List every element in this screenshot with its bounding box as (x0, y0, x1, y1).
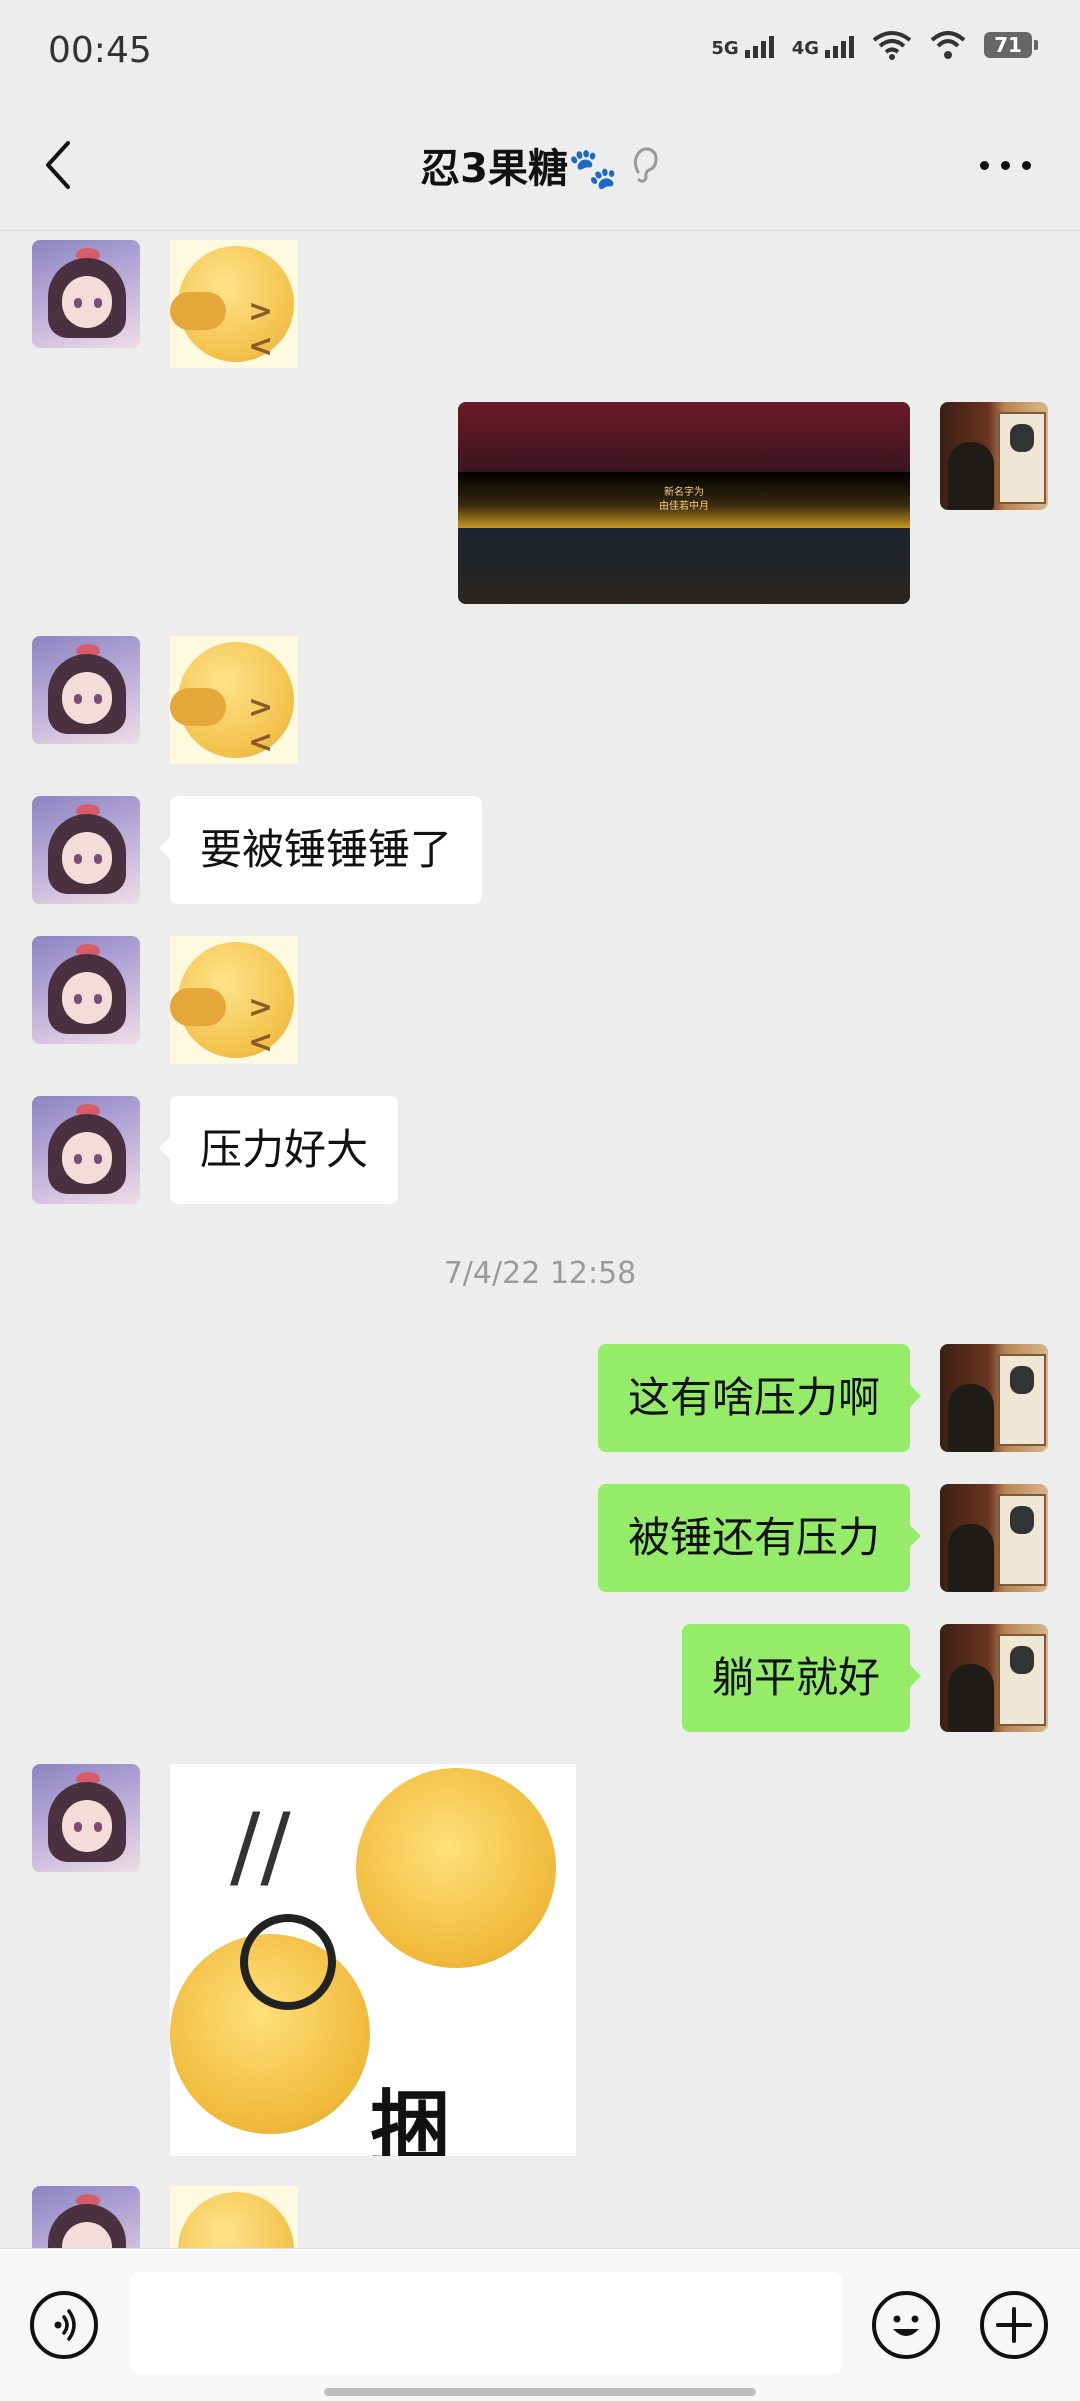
more-options-button[interactable] (970, 150, 1040, 180)
emoji-icon (893, 2315, 919, 2336)
contact-avatar[interactable] (32, 1096, 140, 1204)
sticker-message-large[interactable]: // 捆 (170, 1764, 576, 2156)
more-dot (979, 160, 989, 170)
contact-avatar[interactable] (32, 2186, 140, 2248)
wifi-plus-icon (872, 31, 912, 60)
my-avatar[interactable] (940, 402, 1048, 510)
sticker-message[interactable]: >< (170, 936, 298, 1064)
plus-button[interactable] (980, 2291, 1048, 2359)
message-input[interactable] (130, 2272, 842, 2374)
my-text-message[interactable]: 被锤还有压力 (597, 1484, 922, 1592)
signal-5g-icon: 5G (711, 32, 774, 58)
voice-button[interactable] (30, 2291, 98, 2359)
voice-icon (54, 2309, 76, 2341)
wifi-icon (930, 31, 966, 59)
sticker-text: 捆 (370, 2082, 450, 2156)
my-avatar[interactable] (940, 1344, 1048, 1452)
image-caption-line2: 由佳若中月 (659, 501, 709, 512)
sticker-message[interactable] (170, 2186, 298, 2248)
contact-avatar[interactable] (32, 1764, 140, 1872)
chat-header: 忍3果糖🐾 (0, 100, 1080, 231)
text-message[interactable]: 压力好大 (158, 1096, 399, 1204)
my-avatar[interactable] (940, 1484, 1048, 1592)
input-bar (0, 2248, 1080, 2401)
battery-icon: 71 (984, 32, 1038, 58)
my-avatar[interactable] (940, 1624, 1048, 1732)
status-time: 00:45 (48, 30, 152, 71)
contact-avatar[interactable] (32, 796, 140, 904)
more-dot (1021, 160, 1031, 170)
more-dot (1000, 160, 1010, 170)
ear-icon (633, 147, 658, 183)
home-indicator[interactable] (324, 2388, 756, 2396)
sticker-message[interactable]: >< (170, 636, 298, 764)
my-text-message[interactable]: 这有啥压力啊 (597, 1344, 922, 1452)
image-caption-line1: 新名字为 (664, 487, 704, 498)
message-timestamp: 7/4/22 12:58 (443, 1256, 637, 1291)
image-message[interactable]: 新名字为 由佳若中月 (458, 402, 910, 604)
contact-avatar[interactable] (32, 240, 140, 348)
status-icons: 5G 4G 71 (711, 30, 1038, 60)
signal-4g-icon: 4G (792, 32, 854, 58)
my-text-message[interactable]: 躺平就好 (681, 1624, 922, 1732)
contact-avatar[interactable] (32, 936, 140, 1044)
status-bar: 00:45 5G 4G 71 (0, 0, 1080, 100)
plus-icon (996, 2307, 1032, 2343)
sticker-message[interactable]: >< (170, 240, 298, 368)
contact-avatar[interactable] (32, 636, 140, 744)
chat-title: 忍3果糖🐾 (420, 146, 618, 192)
text-message[interactable]: 要被锤锤锤了 (158, 796, 483, 904)
partial-message-row (0, 2186, 1080, 2248)
chat-title-wrap: 忍3果糖🐾 (0, 136, 1080, 194)
emoji-button[interactable] (872, 2291, 940, 2359)
